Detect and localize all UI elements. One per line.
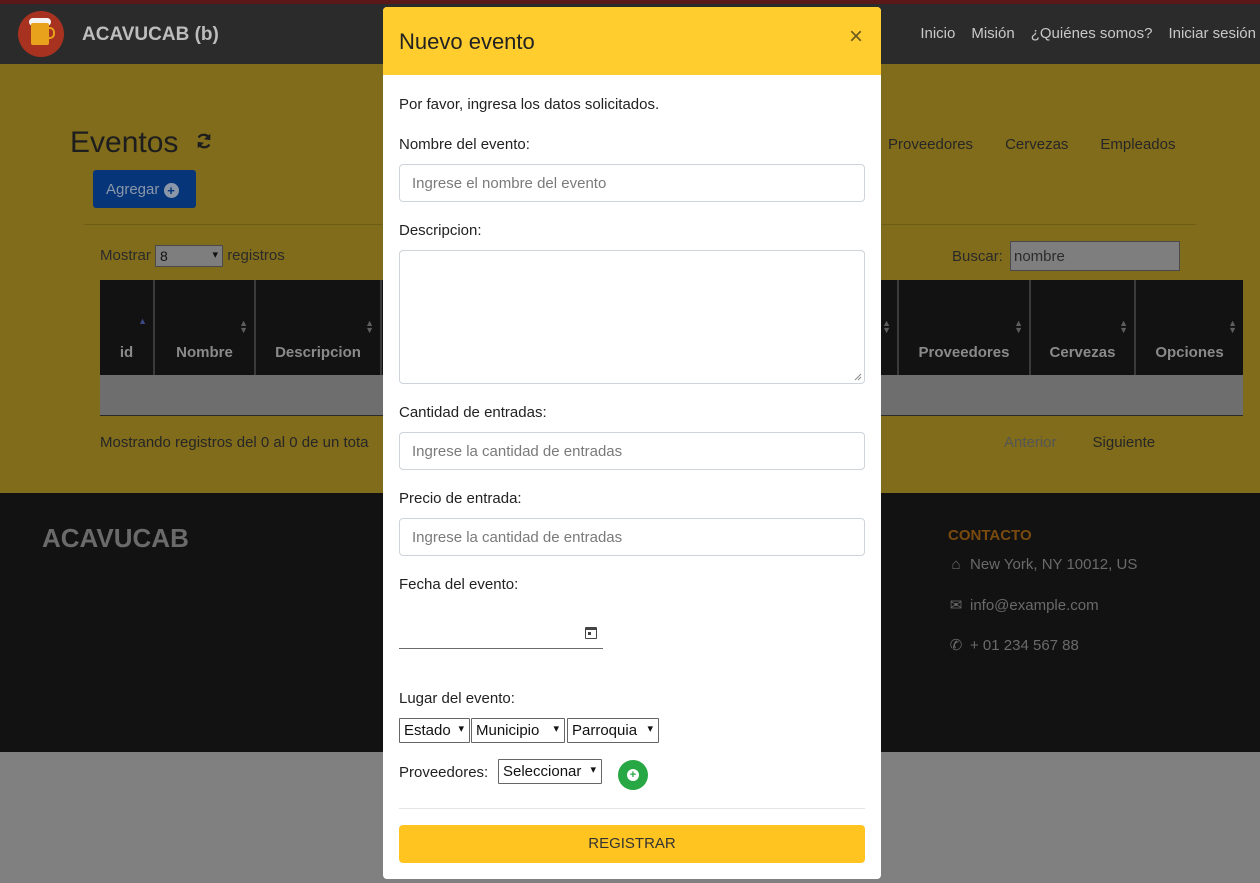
modal-divider: [399, 808, 865, 809]
sort-icon: ▲ ▼: [1228, 318, 1237, 335]
home-icon: ⌂: [951, 556, 961, 573]
modal-intro: Por favor, ingresa los datos solicitados…: [399, 96, 660, 113]
providers-label: Proveedores:: [399, 764, 489, 781]
register-button[interactable]: REGISTRAR: [399, 825, 865, 863]
table-info: Mostrando registros del 0 al 0 de un tot…: [100, 434, 369, 451]
subnav-proveedores[interactable]: Proveedores: [888, 136, 973, 153]
nav-item-mision[interactable]: Misión: [971, 25, 1014, 42]
brand-logo-icon[interactable]: [18, 11, 64, 57]
tickets-label: Cantidad de entradas:: [399, 404, 547, 421]
column-header-id[interactable]: ▲ id: [100, 280, 155, 375]
description-textarea[interactable]: [399, 250, 865, 384]
phone-icon: ✆: [949, 637, 963, 654]
parroquia-select[interactable]: Parroquia: [567, 718, 659, 743]
modal-header: Nuevo evento ×: [383, 7, 881, 75]
sort-icon: ▲ ▼: [882, 318, 891, 335]
close-icon[interactable]: ×: [849, 25, 863, 49]
contact-title: CONTACTO: [948, 527, 1032, 544]
column-header-proveedores[interactable]: ▲ ▼ Proveedores: [899, 280, 1031, 375]
next-page-button[interactable]: Siguiente: [1093, 434, 1156, 451]
calendar-icon[interactable]: [585, 627, 597, 639]
show-suffix: registros: [227, 246, 285, 264]
date-label: Fecha del evento:: [399, 576, 519, 593]
price-label: Precio de entrada:: [399, 490, 522, 507]
search-input[interactable]: nombre: [1010, 241, 1180, 271]
estado-select[interactable]: Estado: [399, 718, 470, 743]
add-provider-button[interactable]: +: [618, 760, 648, 790]
show-prefix: Mostrar: [100, 246, 151, 264]
price-input[interactable]: Ingrese la cantidad de entradas: [399, 518, 865, 556]
municipio-select[interactable]: Municipio: [471, 718, 565, 743]
nav-item-quienes-somos[interactable]: ¿Quiénes somos?: [1031, 25, 1153, 42]
page-size-control: Mostrar 8 registros: [100, 245, 285, 267]
plus-circle-icon: +: [163, 183, 179, 198]
sort-icon: ▲ ▼: [1014, 318, 1023, 335]
pagination: Anterior Siguiente: [1004, 434, 1155, 451]
event-name-label: Nombre del evento:: [399, 136, 530, 153]
refresh-icon[interactable]: [195, 132, 213, 150]
nav-item-inicio[interactable]: Inicio: [920, 25, 955, 42]
date-input[interactable]: [399, 648, 603, 649]
envelope-icon: ✉: [949, 597, 963, 614]
section-nav: Proveedores Cervezas Empleados: [888, 136, 1175, 153]
sort-icon: ▲ ▼: [239, 318, 248, 335]
column-header-nombre[interactable]: ▲ ▼ Nombre: [155, 280, 256, 375]
tickets-input[interactable]: Ingrese la cantidad de entradas: [399, 432, 865, 470]
sort-icon: ▲ ▼: [365, 318, 374, 335]
subnav-cervezas[interactable]: Cervezas: [1005, 136, 1068, 153]
plus-circle-icon: +: [627, 769, 639, 781]
sort-icon: ▲ ▼: [1119, 318, 1128, 335]
top-nav: Inicio Misión ¿Quiénes somos? Iniciar se…: [904, 25, 1256, 42]
page-title: Eventos: [70, 126, 179, 159]
resize-handle-icon[interactable]: [854, 373, 862, 381]
modal-title: Nuevo evento: [399, 29, 535, 54]
contact-email: ✉ info@example.com: [949, 597, 1099, 614]
subnav-empleados[interactable]: Empleados: [1100, 136, 1175, 153]
providers-select[interactable]: Seleccionar: [498, 759, 602, 784]
search-label: Buscar:: [952, 248, 1003, 265]
page-size-select[interactable]: 8: [155, 245, 224, 267]
sort-asc-icon: ▲: [138, 316, 147, 326]
contact-phone: ✆ + 01 234 567 88: [949, 637, 1079, 654]
column-header-opciones[interactable]: ▲ ▼ Opciones: [1136, 280, 1243, 375]
event-name-input[interactable]: Ingrese el nombre del evento: [399, 164, 865, 202]
previous-page-button[interactable]: Anterior: [1004, 434, 1057, 451]
contact-address: ⌂ New York, NY 10012, US: [948, 556, 1137, 573]
nav-item-iniciar-sesion[interactable]: Iniciar sesión: [1168, 25, 1256, 42]
footer-brand: ACAVUCAB: [42, 523, 189, 553]
place-label: Lugar del evento:: [399, 690, 515, 707]
add-button-label: Agregar: [106, 181, 160, 198]
add-event-button[interactable]: Agregar +: [93, 170, 196, 208]
description-label: Descripcion:: [399, 222, 482, 239]
brand-name[interactable]: ACAVUCAB (b): [82, 24, 219, 46]
column-header-cervezas[interactable]: ▲ ▼ Cervezas: [1031, 280, 1136, 375]
new-event-modal: Nuevo evento × Por favor, ingresa los da…: [383, 7, 881, 879]
column-header-descripcion[interactable]: ▲ ▼ Descripcion: [256, 280, 382, 375]
